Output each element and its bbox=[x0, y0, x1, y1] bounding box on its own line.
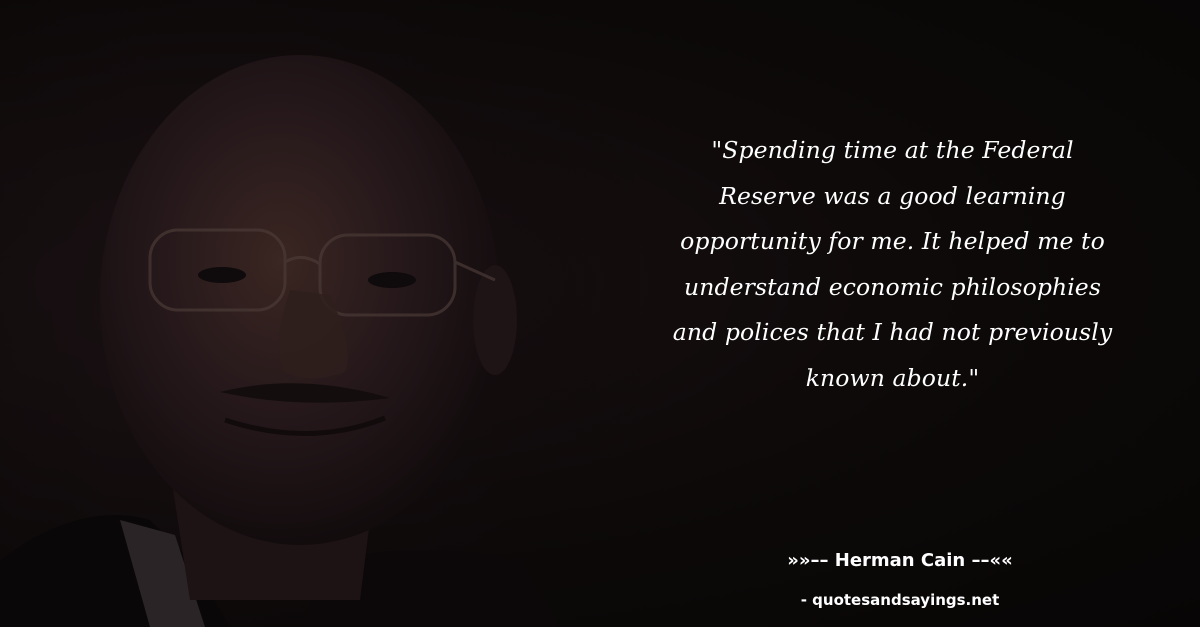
quote-card: "Spending time at the Federal Reserve wa… bbox=[0, 0, 1200, 627]
portrait-photo bbox=[0, 0, 640, 627]
quote-text: "Spending time at the Federal Reserve wa… bbox=[672, 136, 1113, 392]
author-attribution: »»–– Herman Cain ––«« bbox=[787, 550, 1013, 571]
quote-block: "Spending time at the Federal Reserve wa… bbox=[660, 128, 1125, 401]
source-credit: - quotesandsayings.net bbox=[800, 591, 1000, 609]
